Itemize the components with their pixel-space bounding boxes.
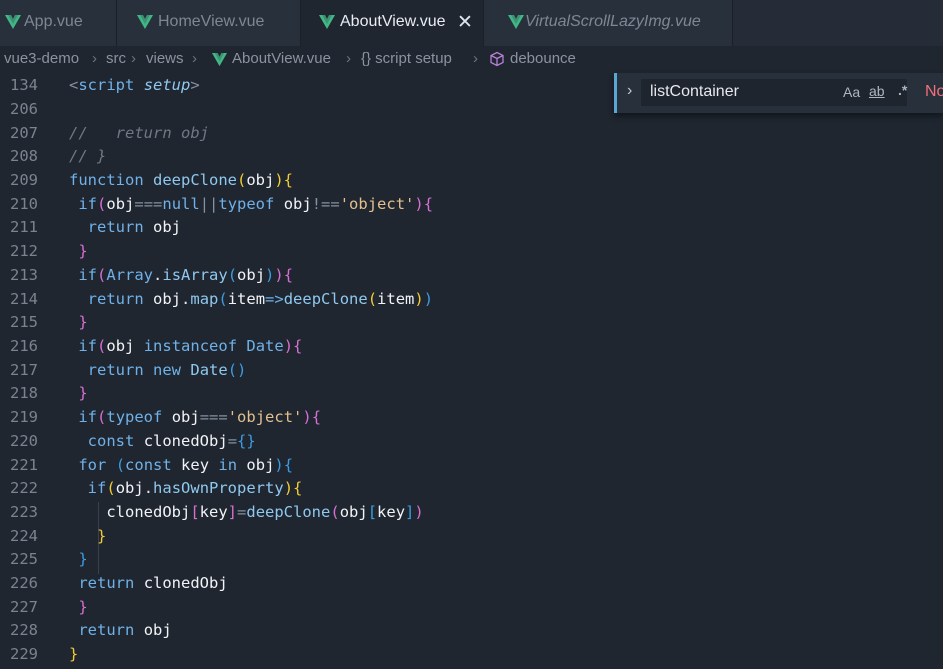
tab-homeview-vue[interactable]: HomeView.vue (117, 0, 301, 46)
match-whole-word-toggle[interactable]: ab (869, 83, 885, 99)
line-number: 208 (10, 147, 38, 165)
line-number: 223 (10, 503, 38, 521)
line-number: 211 (10, 218, 38, 236)
line-number: 228 (10, 621, 38, 639)
regex-toggle[interactable]: .* (898, 82, 907, 98)
breadcrumb-item-src[interactable]: src (106, 50, 126, 67)
line-number: 210 (10, 195, 38, 213)
find-input-value: listContainer (650, 83, 739, 100)
tab-label: HomeView.vue (158, 13, 265, 30)
vue-file-icon (508, 15, 524, 29)
breadcrumb-item-debounce[interactable]: debounce (510, 50, 576, 67)
tab-label: AboutView.vue (340, 13, 446, 30)
line-number: 215 (10, 313, 38, 331)
match-case-toggle[interactable]: Aa (843, 84, 860, 100)
breadcrumb-separator: › (92, 50, 97, 67)
line-number: 220 (10, 432, 38, 450)
line-number: 206 (10, 100, 38, 118)
vue-file-icon (137, 15, 153, 29)
line-number: 217 (10, 361, 38, 379)
cube-icon (490, 51, 504, 67)
chevron-right-icon[interactable]: › (627, 82, 632, 100)
tab-label: App.vue (24, 13, 83, 30)
tab-label: VirtualScrollLazyImg.vue (525, 13, 701, 30)
line-number: 134 (10, 76, 38, 94)
line-number: 216 (10, 337, 38, 355)
line-number: 226 (10, 574, 38, 592)
line-number: 227 (10, 598, 38, 616)
tab-aboutview-vue[interactable]: AboutView.vue ✕ (301, 0, 484, 46)
vue-file-icon (319, 15, 335, 29)
line-number: 222 (10, 479, 38, 497)
find-result-count: No (925, 83, 943, 100)
breadcrumb-separator: › (473, 50, 478, 67)
breadcrumb-item-views[interactable]: views (146, 50, 184, 67)
line-number: 214 (10, 290, 38, 308)
close-icon[interactable]: ✕ (457, 11, 473, 34)
breadcrumb-item-project[interactable]: vue3-demo (4, 50, 79, 67)
find-widget: › listContainer Aa ab .* No (614, 73, 943, 113)
vue-file-icon (5, 15, 21, 29)
breadcrumb-separator: › (131, 50, 136, 67)
line-number: 207 (10, 124, 38, 142)
find-input[interactable]: listContainer Aa ab .* (641, 79, 907, 106)
tab-bar: App.vue HomeView.vue AboutView.vue ✕ Vir… (0, 0, 943, 46)
vue-file-icon (212, 52, 227, 67)
breadcrumb-item-file[interactable]: AboutView.vue (232, 50, 331, 67)
line-number: 225 (10, 550, 38, 568)
line-number: 224 (10, 527, 38, 545)
line-number: 218 (10, 384, 38, 402)
line-number: 209 (10, 171, 38, 189)
line-number: 221 (10, 456, 38, 474)
breadcrumb-separator: › (346, 50, 351, 67)
breadcrumb: vue3-demo › src › views › AboutView.vue … (0, 47, 943, 72)
tab-app-vue[interactable]: App.vue (0, 0, 117, 46)
code-text: <script setup> // return obj // } functi… (69, 76, 434, 663)
breadcrumb-item-script-setup[interactable]: {} script setup (361, 50, 452, 67)
line-number: 219 (10, 408, 38, 426)
code-editor[interactable]: 134 206 207 208 209 210 211 212 213 214 … (0, 72, 943, 669)
tab-virtualscrolllazyimg-vue[interactable]: VirtualScrollLazyImg.vue (484, 0, 733, 46)
line-number: 229 (10, 645, 38, 663)
line-number: 213 (10, 266, 38, 284)
line-number: 212 (10, 242, 38, 260)
breadcrumb-separator: › (192, 50, 197, 67)
